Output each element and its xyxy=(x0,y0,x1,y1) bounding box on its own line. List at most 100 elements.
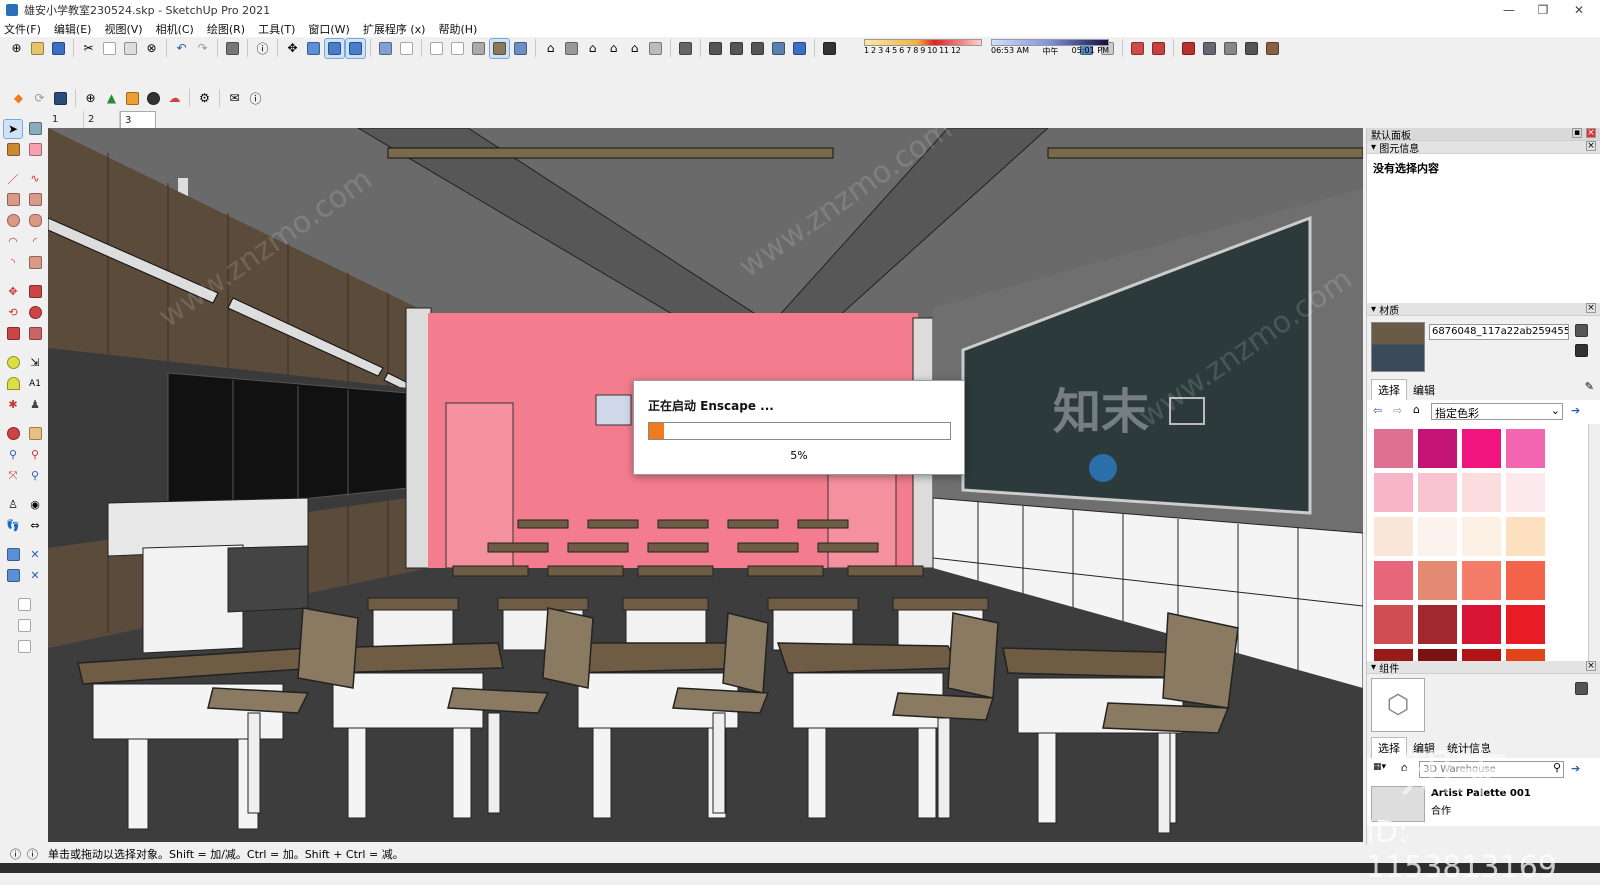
menu-window[interactable]: 窗口(W) xyxy=(308,21,349,37)
view-left-icon[interactable] xyxy=(646,39,665,58)
components-header[interactable]: ▾ 组件 × xyxy=(1367,661,1600,675)
view-top-icon[interactable] xyxy=(562,39,581,58)
move-tool-icon[interactable]: ✥ xyxy=(4,283,22,301)
home-icon[interactable]: ⌂ xyxy=(1413,403,1420,416)
shaded-icon[interactable] xyxy=(469,39,488,58)
select-tool-icon[interactable]: ➤ xyxy=(3,118,23,139)
forward-arrow-icon[interactable]: ⇨ xyxy=(1393,404,1402,417)
material-swatch[interactable] xyxy=(1418,605,1457,644)
materials-header[interactable]: ▾ 材质 × xyxy=(1367,303,1600,317)
pan-tool-icon[interactable] xyxy=(26,425,44,443)
search-icon[interactable]: ⚲ xyxy=(1553,761,1561,774)
view-back-icon[interactable]: ⌂ xyxy=(625,39,644,58)
material-swatch[interactable] xyxy=(1418,473,1457,512)
scene-icon[interactable] xyxy=(15,638,33,656)
section-tool-icon[interactable]: ⇔ xyxy=(26,517,44,535)
close-button[interactable]: ✕ xyxy=(1562,0,1596,20)
menu-extensions[interactable]: 扩展程序 (x) xyxy=(363,21,426,37)
component-tool-icon[interactable] xyxy=(26,120,44,138)
xray-icon[interactable] xyxy=(376,39,395,58)
tape-measure-icon[interactable] xyxy=(4,354,22,372)
material-swatch[interactable] xyxy=(1462,429,1501,468)
entity-info-header[interactable]: ▾ 图元信息 × xyxy=(1367,141,1600,155)
shaded-textures-icon[interactable] xyxy=(489,37,510,59)
sandbox-smoove-icon[interactable] xyxy=(4,546,22,564)
tag-icon[interactable] xyxy=(15,617,33,635)
material-swatch[interactable] xyxy=(1506,517,1545,556)
scene-tab-1[interactable]: 1 xyxy=(48,111,84,128)
orbit-icon[interactable]: ✥ xyxy=(283,39,302,58)
enscape-add-icon[interactable]: ⊕ xyxy=(81,89,100,108)
create-material-icon[interactable] xyxy=(1575,324,1589,338)
offset-tool-icon[interactable] xyxy=(26,325,44,343)
entity-info-close-icon[interactable]: × xyxy=(1586,141,1596,151)
enscape-asset-icon[interactable] xyxy=(123,89,142,108)
hidden-line-icon[interactable] xyxy=(448,39,467,58)
swatch-scrollbar[interactable] xyxy=(1588,424,1600,661)
sandbox-icon-1[interactable] xyxy=(1179,39,1198,58)
circle-tool-icon[interactable] xyxy=(4,212,22,230)
menu-draw[interactable]: 绘图(R) xyxy=(207,21,245,37)
enscape-tree-icon[interactable]: ▲ xyxy=(102,89,121,108)
arc2-tool-icon[interactable]: ◜ xyxy=(26,233,44,251)
wireframe-icon[interactable] xyxy=(427,39,446,58)
maximize-button[interactable]: ❐ xyxy=(1526,0,1560,20)
material-swatch[interactable] xyxy=(1506,605,1545,644)
default-material-icon[interactable] xyxy=(1575,344,1589,358)
sandbox-icon-5[interactable] xyxy=(1263,39,1282,58)
enscape-settings-icon[interactable]: ⚙ xyxy=(195,89,214,108)
layer-icon-4[interactable] xyxy=(769,39,788,58)
material-swatch[interactable] xyxy=(1462,517,1501,556)
enscape-start-icon[interactable]: ◆ xyxy=(9,89,28,108)
polygon-tool-icon[interactable] xyxy=(26,212,44,230)
protractor-icon[interactable] xyxy=(4,375,22,393)
print-icon[interactable] xyxy=(223,39,242,58)
paste-icon[interactable] xyxy=(121,39,140,58)
model-info-icon[interactable]: ⓘ xyxy=(253,39,272,58)
zoom-extents-icon[interactable]: ⤧ xyxy=(4,467,22,485)
material-swatch[interactable] xyxy=(1462,649,1501,661)
material-swatch[interactable] xyxy=(1374,605,1413,644)
eyedropper-icon[interactable]: ✎ xyxy=(1585,380,1594,393)
layer-icon-3[interactable] xyxy=(748,39,767,58)
materials-tab-select[interactable]: 选择 xyxy=(1371,379,1407,400)
top-view-icon[interactable] xyxy=(324,37,345,59)
material-swatch[interactable] xyxy=(1418,517,1457,556)
paint-bucket-icon[interactable] xyxy=(4,141,22,159)
shadow-time-slider[interactable]: 06:53 AM 中午 05:01 PM xyxy=(991,39,1109,57)
copy-icon[interactable] xyxy=(100,39,119,58)
outliner-icon[interactable] xyxy=(15,596,33,614)
sandbox-stamp-icon[interactable]: ✕ xyxy=(26,546,44,564)
enscape-feedback-icon[interactable]: ✉ xyxy=(225,89,244,108)
materials-close-icon[interactable]: × xyxy=(1586,303,1596,313)
section-plane-icon[interactable] xyxy=(676,39,695,58)
arc-tool-icon[interactable]: ◠ xyxy=(4,233,22,251)
material-swatch[interactable] xyxy=(1374,473,1413,512)
menu-camera[interactable]: 相机(C) xyxy=(156,21,194,37)
layer-icon-5[interactable] xyxy=(790,39,809,58)
zoom-window-icon[interactable]: ⚲ xyxy=(26,446,44,464)
sandbox-icon-4[interactable] xyxy=(1242,39,1261,58)
enscape-material-icon[interactable] xyxy=(144,89,163,108)
redo-icon[interactable]: ↷ xyxy=(193,39,212,58)
text-tool-icon[interactable]: A1 xyxy=(26,375,44,393)
layer-icon-1[interactable] xyxy=(706,39,725,58)
pie-tool-icon[interactable] xyxy=(26,254,44,272)
menu-view[interactable]: 视图(V) xyxy=(104,21,142,37)
sandbox-flip-icon[interactable]: ✕ xyxy=(26,567,44,585)
open-folder-icon[interactable] xyxy=(28,39,47,58)
enscape-upload-icon[interactable]: ☁ xyxy=(165,89,184,108)
sandbox-icon-2[interactable] xyxy=(1200,39,1219,58)
3d-text-icon[interactable]: ♟ xyxy=(26,396,44,414)
layer-icon-2[interactable] xyxy=(727,39,746,58)
enscape-views-icon[interactable] xyxy=(51,89,70,108)
previous-view-icon[interactable]: ⚲ xyxy=(26,467,44,485)
front-view-icon[interactable] xyxy=(345,37,366,59)
material-swatch[interactable] xyxy=(1506,429,1545,468)
details-arrow-icon[interactable]: ➔ xyxy=(1571,404,1580,417)
scene-tab-3[interactable]: 3 xyxy=(120,111,156,128)
rotate-tool-icon[interactable]: ⟲ xyxy=(4,304,22,322)
view-options-icon[interactable]: ▦▾ xyxy=(1373,762,1386,772)
material-swatch[interactable] xyxy=(1418,429,1457,468)
rotated-rect-icon[interactable] xyxy=(26,191,44,209)
